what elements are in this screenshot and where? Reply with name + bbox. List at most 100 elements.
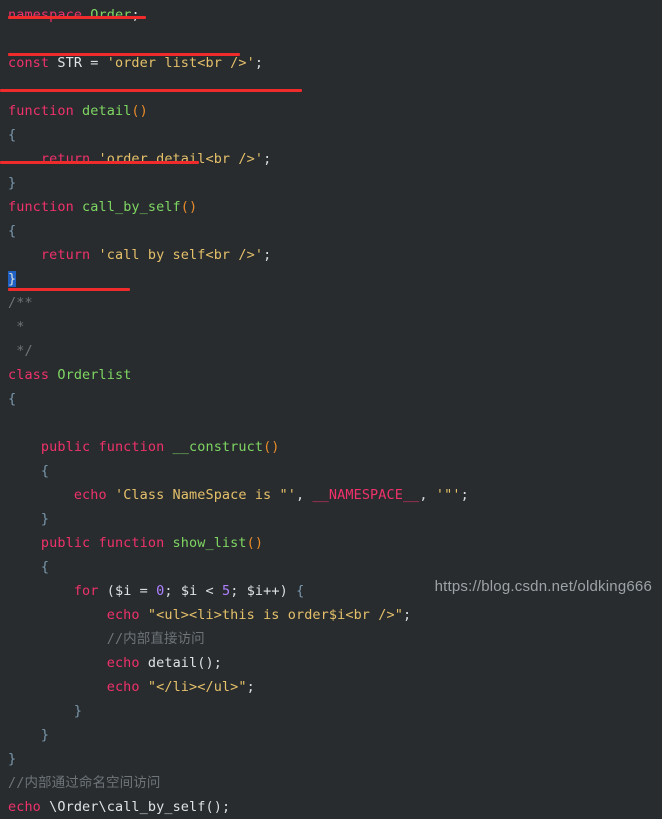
close-brace: } [8, 727, 50, 743]
number-five: 5 [222, 583, 231, 599]
semicolon: ; [402, 607, 412, 623]
code-line[interactable]: * [0, 315, 662, 339]
keyword-echo: echo [8, 799, 41, 815]
string-literal: "</li></ul>" [139, 679, 247, 695]
code-line-blank[interactable] [0, 75, 662, 99]
code-line[interactable]: } [0, 507, 662, 531]
code-editor[interactable]: namespace Order; const STR = 'order list… [0, 0, 662, 815]
code-line[interactable]: { [0, 219, 662, 243]
code-line[interactable]: echo \Order\call_by_self(); [0, 795, 662, 819]
close-brace: } [8, 703, 83, 719]
keyword-namespace: namespace [8, 7, 83, 23]
string-literal: 'Class NameSpace is "' [106, 487, 296, 503]
code-line[interactable]: { [0, 387, 662, 411]
code-line[interactable]: } [0, 171, 662, 195]
code-line[interactable]: public function __construct() [0, 435, 662, 459]
underline-function-detail [0, 89, 302, 92]
close-paren: ) [279, 583, 297, 599]
open-brace: { [296, 583, 305, 599]
code-line[interactable]: //内部直接访问 [0, 627, 662, 651]
open-brace: { [8, 391, 17, 407]
parentheses: () [131, 103, 148, 119]
open-paren: ( [98, 583, 115, 599]
keyword-echo: echo [8, 607, 140, 623]
semicolon: ; [263, 247, 272, 263]
open-brace: { [8, 127, 17, 143]
code-line[interactable]: echo "</li></ul>"; [0, 675, 662, 699]
variable-i: $i [180, 583, 206, 599]
string-literal: '"' [435, 487, 461, 503]
code-line[interactable]: echo "<ul><li>this is order$i<br />"; [0, 603, 662, 627]
inline-comment-direct-access: //内部直接访问 [8, 631, 205, 647]
close-brace: } [8, 175, 17, 191]
code-line[interactable]: */ [0, 339, 662, 363]
keyword-public-function: public function [8, 439, 165, 455]
open-brace: { [8, 559, 50, 575]
code-line[interactable]: } [0, 723, 662, 747]
code-line[interactable]: { [0, 123, 662, 147]
code-content[interactable]: namespace Order; const STR = 'order list… [0, 0, 662, 819]
semicolon: ; [230, 583, 247, 599]
method-name-show-list: show_list [164, 535, 247, 551]
keyword-echo: echo [8, 679, 140, 695]
keyword-public-function: public function [8, 535, 165, 551]
code-line[interactable]: } [0, 699, 662, 723]
doc-comment-close: */ [8, 343, 33, 359]
code-line[interactable]: echo 'Class NameSpace is "', __NAMESPACE… [0, 483, 662, 507]
code-line[interactable]: /** [0, 291, 662, 315]
code-line[interactable]: function call_by_self() [0, 195, 662, 219]
code-line[interactable]: function detail() [0, 99, 662, 123]
comma: , [419, 487, 436, 503]
string-literal: 'call by self<br />' [90, 247, 264, 263]
semicolon: ; [263, 151, 272, 167]
keyword-return: return [8, 247, 91, 263]
parentheses: () [246, 535, 264, 551]
string-literal: 'order list<br />' [106, 55, 255, 71]
keyword-class: class [8, 367, 50, 383]
variable-i: $i [114, 583, 140, 599]
keyword-echo: echo [8, 655, 140, 671]
semicolon: ; [254, 55, 264, 71]
class-name-orderlist: Orderlist [49, 367, 132, 383]
parentheses: () [180, 199, 198, 215]
code-line[interactable]: public function show_list() [0, 531, 662, 555]
inline-comment-namespace-access: //内部通过命名空间访问 [8, 775, 161, 791]
code-line[interactable]: { [0, 459, 662, 483]
code-line[interactable]: //内部通过命名空间访问 [0, 771, 662, 795]
string-literal: "<ul><li>this is order$i<br />" [139, 607, 403, 623]
semicolon: ; [246, 679, 255, 695]
code-line[interactable]: namespace Order; [0, 3, 662, 27]
function-name-call-by-self: call_by_self [73, 199, 181, 215]
underline-call-by-self [0, 161, 199, 164]
semicolon: ; [213, 655, 222, 671]
doc-comment-open: /** [8, 295, 33, 311]
parentheses: () [197, 655, 214, 671]
code-line[interactable]: echo detail(); [0, 651, 662, 675]
close-brace: } [8, 751, 17, 767]
underline-const-str [8, 53, 240, 56]
semicolon: ; [164, 583, 181, 599]
parentheses: () [205, 799, 222, 815]
code-line-blank[interactable] [0, 27, 662, 51]
underline-namespace [8, 16, 146, 19]
magic-constant-namespace: __NAMESPACE__ [312, 487, 420, 503]
semicolon: ; [221, 799, 231, 815]
code-line[interactable]: return 'order detail<br />'; [0, 147, 662, 171]
code-line[interactable]: class Orderlist [0, 363, 662, 387]
assign-operator: = [139, 583, 157, 599]
assign-operator: = [90, 55, 107, 71]
open-brace: { [8, 463, 50, 479]
namespaced-function-call: \Order\call_by_self [40, 799, 206, 815]
code-line[interactable]: { [0, 555, 662, 579]
function-call-detail: detail [139, 655, 198, 671]
const-name: STR [49, 55, 91, 71]
keyword-function: function [8, 103, 74, 119]
comma: , [295, 487, 313, 503]
keyword-const: const [8, 55, 50, 71]
code-line-blank[interactable] [0, 411, 662, 435]
close-brace: } [8, 511, 50, 527]
keyword-function: function [8, 199, 74, 215]
cursor-selected-brace[interactable]: } [8, 271, 17, 287]
code-line[interactable]: return 'call by self<br />'; [0, 243, 662, 267]
code-line[interactable]: } [0, 747, 662, 771]
